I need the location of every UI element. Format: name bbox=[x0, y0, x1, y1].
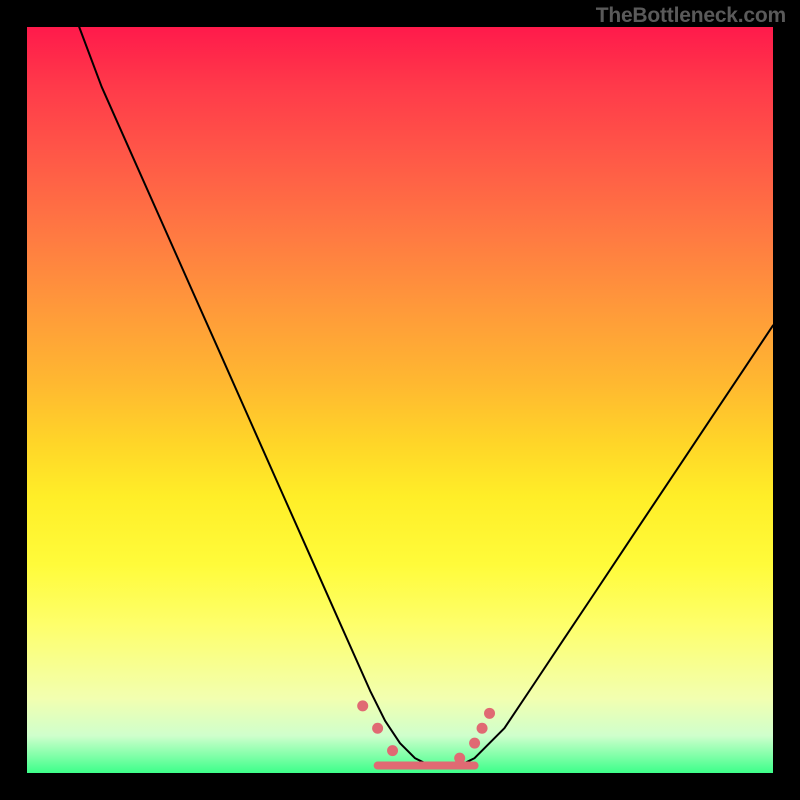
marker-dot bbox=[477, 723, 488, 734]
bottleneck-curve bbox=[79, 27, 773, 766]
marker-dot bbox=[372, 723, 383, 734]
marker-dot bbox=[387, 745, 398, 756]
curve-layer bbox=[27, 27, 773, 773]
marker-dot bbox=[484, 708, 495, 719]
marker-dot bbox=[357, 700, 368, 711]
marker-dot bbox=[469, 738, 480, 749]
marker-dot bbox=[454, 753, 465, 764]
watermark-text: TheBottleneck.com bbox=[596, 4, 786, 28]
marker-group bbox=[357, 700, 495, 763]
chart-frame: TheBottleneck.com bbox=[0, 0, 800, 800]
